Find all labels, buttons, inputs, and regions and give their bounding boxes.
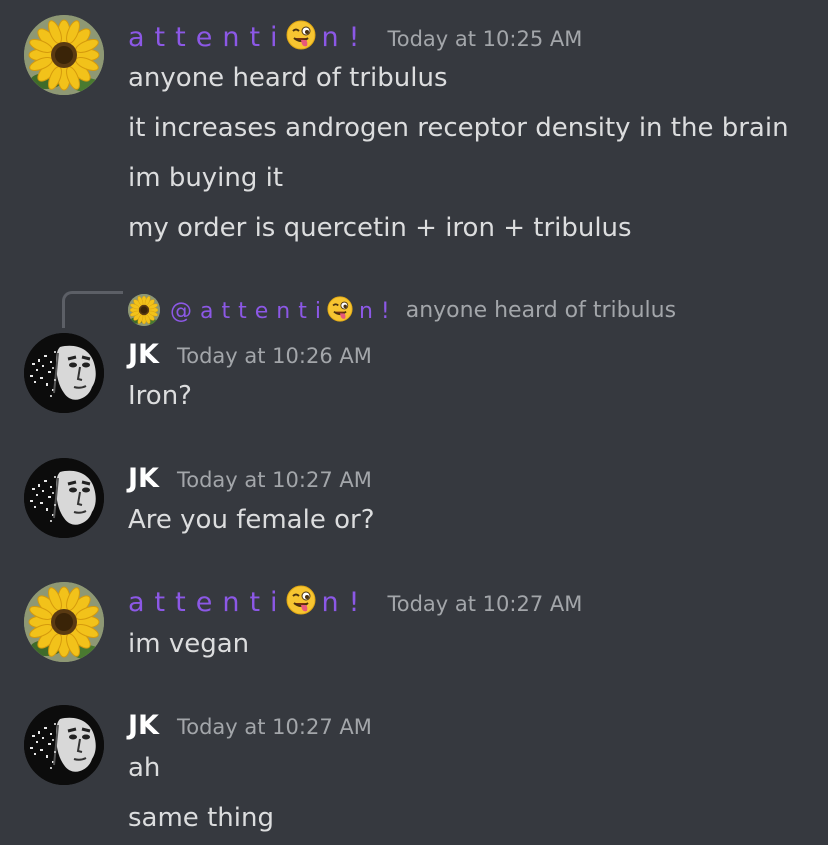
winking-tongue-emoji-icon (326, 296, 353, 322)
message-header: JK Today at 10:26 AM (128, 337, 372, 377)
username[interactable]: attenti n! (128, 585, 369, 621)
avatar[interactable] (24, 582, 104, 662)
reply-mention[interactable]: @attenti n! (170, 296, 398, 324)
sunflower-avatar-image (128, 294, 160, 326)
message-text: Are you female or? (128, 505, 375, 535)
avatar[interactable] (24, 15, 104, 95)
message-text: ah (128, 753, 161, 783)
reply-avatar (128, 294, 160, 326)
username[interactable]: JK (128, 461, 159, 497)
reply-connector (62, 291, 123, 328)
reply-reference[interactable]: @attenti n! anyone heard of tribulus (128, 292, 676, 328)
username-part: attenti (128, 22, 288, 53)
message-text: same thing (128, 803, 274, 833)
username-part: n! (321, 22, 370, 53)
username-part: n! (321, 587, 370, 618)
mention-prefix: @ (170, 299, 200, 324)
message-text: im buying it (128, 163, 284, 193)
username[interactable]: JK (128, 708, 159, 744)
message-header: attenti n! Today at 10:27 AM (128, 585, 582, 625)
message-header: JK Today at 10:27 AM (128, 708, 372, 748)
username-part: n! (358, 299, 398, 324)
message-text: Iron? (128, 381, 192, 411)
timestamp[interactable]: Today at 10:25 AM (387, 27, 582, 51)
winking-tongue-emoji-icon (285, 585, 316, 615)
username-part: attenti (128, 587, 288, 618)
username[interactable]: JK (128, 337, 159, 373)
message-header: JK Today at 10:27 AM (128, 461, 372, 501)
sunflower-avatar-image (24, 582, 104, 662)
username[interactable]: attenti n! (128, 20, 369, 56)
face-avatar-image (24, 705, 104, 785)
sunflower-avatar-image (24, 15, 104, 95)
username-part: attenti (200, 299, 329, 324)
chat-messages: attenti n! Today at 10:25 AM anyone heard… (0, 0, 828, 845)
avatar[interactable] (24, 458, 104, 538)
face-avatar-image (24, 458, 104, 538)
timestamp[interactable]: Today at 10:27 AM (177, 715, 372, 739)
message-text: anyone heard of tribulus (128, 63, 448, 93)
message-header: attenti n! Today at 10:25 AM (128, 20, 582, 60)
timestamp[interactable]: Today at 10:26 AM (177, 344, 372, 368)
avatar[interactable] (24, 705, 104, 785)
avatar[interactable] (24, 333, 104, 413)
message-text: my order is quercetin + iron + tribulus (128, 213, 632, 243)
message-text: it increases androgen receptor density i… (128, 113, 789, 143)
face-avatar-image (24, 333, 104, 413)
timestamp[interactable]: Today at 10:27 AM (387, 592, 582, 616)
reply-preview-text: anyone heard of tribulus (405, 297, 677, 323)
timestamp[interactable]: Today at 10:27 AM (177, 468, 372, 492)
winking-tongue-emoji-icon (285, 20, 316, 50)
message-text: im vegan (128, 629, 250, 659)
